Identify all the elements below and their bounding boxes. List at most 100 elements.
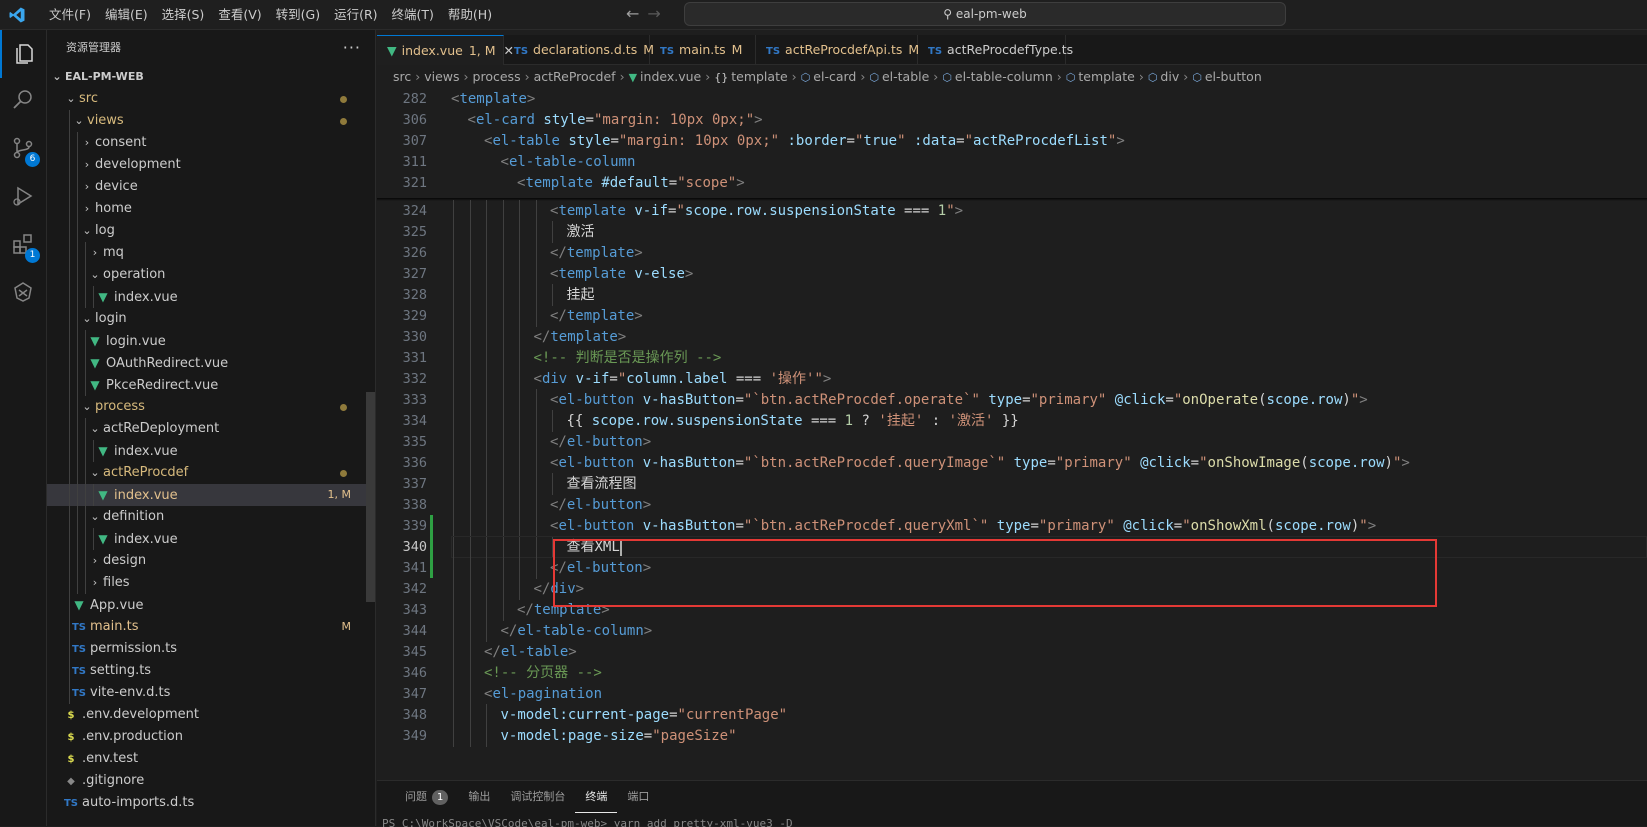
tree-folder[interactable]: ⌄ login [47,308,375,330]
tree-file[interactable]: ▼ PkceRedirect.vue [47,374,375,396]
tree-folder[interactable]: › mq [47,242,375,264]
search-icon[interactable] [0,76,47,124]
editor-tab-4[interactable]: TS actReProcdefApi.ts M [756,35,919,65]
tree-file[interactable]: TS permission.ts [47,638,375,660]
breadcrumb-item[interactable]: el-button [1205,69,1262,84]
tree-folder[interactable]: ⌄ operation [47,264,375,286]
menu-item[interactable]: 帮助(H) [441,0,499,30]
panel-tab[interactable]: 输出 [458,781,500,813]
code-token: "primary" [1055,455,1132,471]
tree-file[interactable]: TS vite-env.d.ts [47,682,375,704]
sidebar-scrollbar[interactable] [366,392,375,602]
tree-folder[interactable]: › files [47,572,375,594]
tree-file[interactable]: ▼ OAuthRedirect.vue [47,352,375,374]
indent-guide [77,176,78,198]
breadcrumb-item[interactable]: el-card [813,69,856,84]
more-actions-icon[interactable]: ··· [343,30,361,66]
code-line: 332 <div v-if="column.label === '操作'"> [377,368,1647,390]
tree-file[interactable]: TS main.ts M [47,616,375,638]
tree-file[interactable]: ◆ .gitignore [47,770,375,792]
tree-folder[interactable]: ⌄ actReDeployment [47,418,375,440]
editor-tab-2[interactable]: TS declarations.d.ts M [504,35,654,65]
vue-file-icon: ▼ [90,356,100,370]
tree-file[interactable]: ▼ index.vue 1, M [47,484,375,506]
tree-file[interactable]: $ .env.development [47,704,375,726]
breadcrumb-item[interactable]: div [1160,69,1179,84]
chevron-down-icon: ⌄ [90,422,100,435]
tree-file[interactable]: $ .env.production [47,726,375,748]
menu-item[interactable]: 选择(S) [155,0,212,30]
editor-tab-5[interactable]: TS actReProcdefType.ts [918,35,1073,65]
breadcrumb-item[interactable]: template [1078,69,1134,84]
workspace-root[interactable]: ⌄ EAL-PM-WEB [47,66,375,88]
indent-guide [69,286,70,308]
code-editor[interactable]: 282 <template> 306 <el-card style="margin: … [377,88,1647,780]
tree-folder[interactable]: › consent [47,132,375,154]
code-token: > [642,497,652,513]
tree-file[interactable]: TS setting.ts [47,660,375,682]
explorer-icon[interactable] [0,30,47,78]
tree-file[interactable]: $ .env.test [47,748,375,770]
gitlens-icon[interactable] [0,268,47,316]
indent-guide [486,347,487,369]
editor-tab-1[interactable]: ▼ index.vue 1, M ✕ [377,35,514,65]
tree-folder[interactable]: › device [47,176,375,198]
panel-tab[interactable]: 调试控制台 [500,781,575,813]
breadcrumb-item[interactable]: template [731,69,787,84]
tree-file[interactable]: ▼ App.vue [47,594,375,616]
tree-item-label: index.vue [114,532,178,547]
code-token: = [956,133,965,149]
forward-arrow-icon[interactable]: → [647,4,660,23]
panel-tab[interactable]: 端口 [617,781,659,813]
tree-folder[interactable]: ⌄ views [47,110,375,132]
back-arrow-icon[interactable]: ← [626,4,639,23]
menu-item[interactable]: 文件(F) [42,0,98,30]
menu-item[interactable]: 编辑(E) [98,0,155,30]
tree-file[interactable]: ▼ index.vue [47,440,375,462]
vue-file-icon: ▼ [98,488,108,502]
indent-guide [469,515,471,537]
code-token: el-button [558,518,635,534]
line-code: 挂起 [567,284,595,306]
tree-file[interactable]: ▼ index.vue [47,528,375,550]
menu-item[interactable]: 运行(R) [327,0,384,30]
breadcrumb-item[interactable]: process [473,69,521,84]
menu-item[interactable]: 查看(V) [211,0,268,30]
menu-item[interactable]: 终端(T) [385,0,441,30]
code-token: ? [853,413,879,429]
tree-folder[interactable]: ⌄ log [47,220,375,242]
panel-tab[interactable]: 终端 [575,781,618,813]
command-center[interactable]: ⚲ eal-pm-web [684,2,1286,26]
breadcrumb-item[interactable]: src [393,69,411,84]
tree-folder[interactable]: ⌄ src [47,88,375,110]
tree-folder[interactable]: ⌄ process [47,396,375,418]
code-token: > [822,371,832,387]
code-token: 激活 [566,224,595,240]
code-token: v-hasButton [642,455,736,471]
tree-file[interactable]: ▼ login.vue [47,330,375,352]
vscode-logo-icon [9,7,25,23]
code-token: }} [993,413,1019,429]
breadcrumb-item[interactable]: views [424,69,459,84]
tree-folder[interactable]: ⌄ definition [47,506,375,528]
tree-folder[interactable]: › development [47,154,375,176]
editor-tab-3[interactable]: TS main.ts M [650,35,756,65]
run-debug-icon[interactable] [0,172,47,220]
tree-folder[interactable]: ⌄ actReProcdef [47,462,375,484]
breadcrumb-item[interactable]: actReProcdef [534,69,616,84]
code-token: = [1165,392,1174,408]
tree-folder[interactable]: › home [47,198,375,220]
tree-file[interactable]: TS auto-imports.d.ts [47,792,375,814]
menu-item[interactable]: 转到(G) [269,0,327,30]
panel-tab[interactable]: 问题 1 [395,781,458,813]
breadcrumb-item[interactable]: el-table [882,69,929,84]
indent-guide [519,368,520,390]
extensions-icon[interactable]: 1 [0,220,47,268]
source-control-icon[interactable]: 6 [0,124,47,172]
breadcrumb-item[interactable]: index.vue [640,69,701,84]
tree-folder[interactable]: › design [47,550,375,572]
tree-file[interactable]: ▼ index.vue [47,286,375,308]
highlight-box [553,539,1437,607]
breadcrumb-item[interactable]: el-table-column [955,69,1053,84]
